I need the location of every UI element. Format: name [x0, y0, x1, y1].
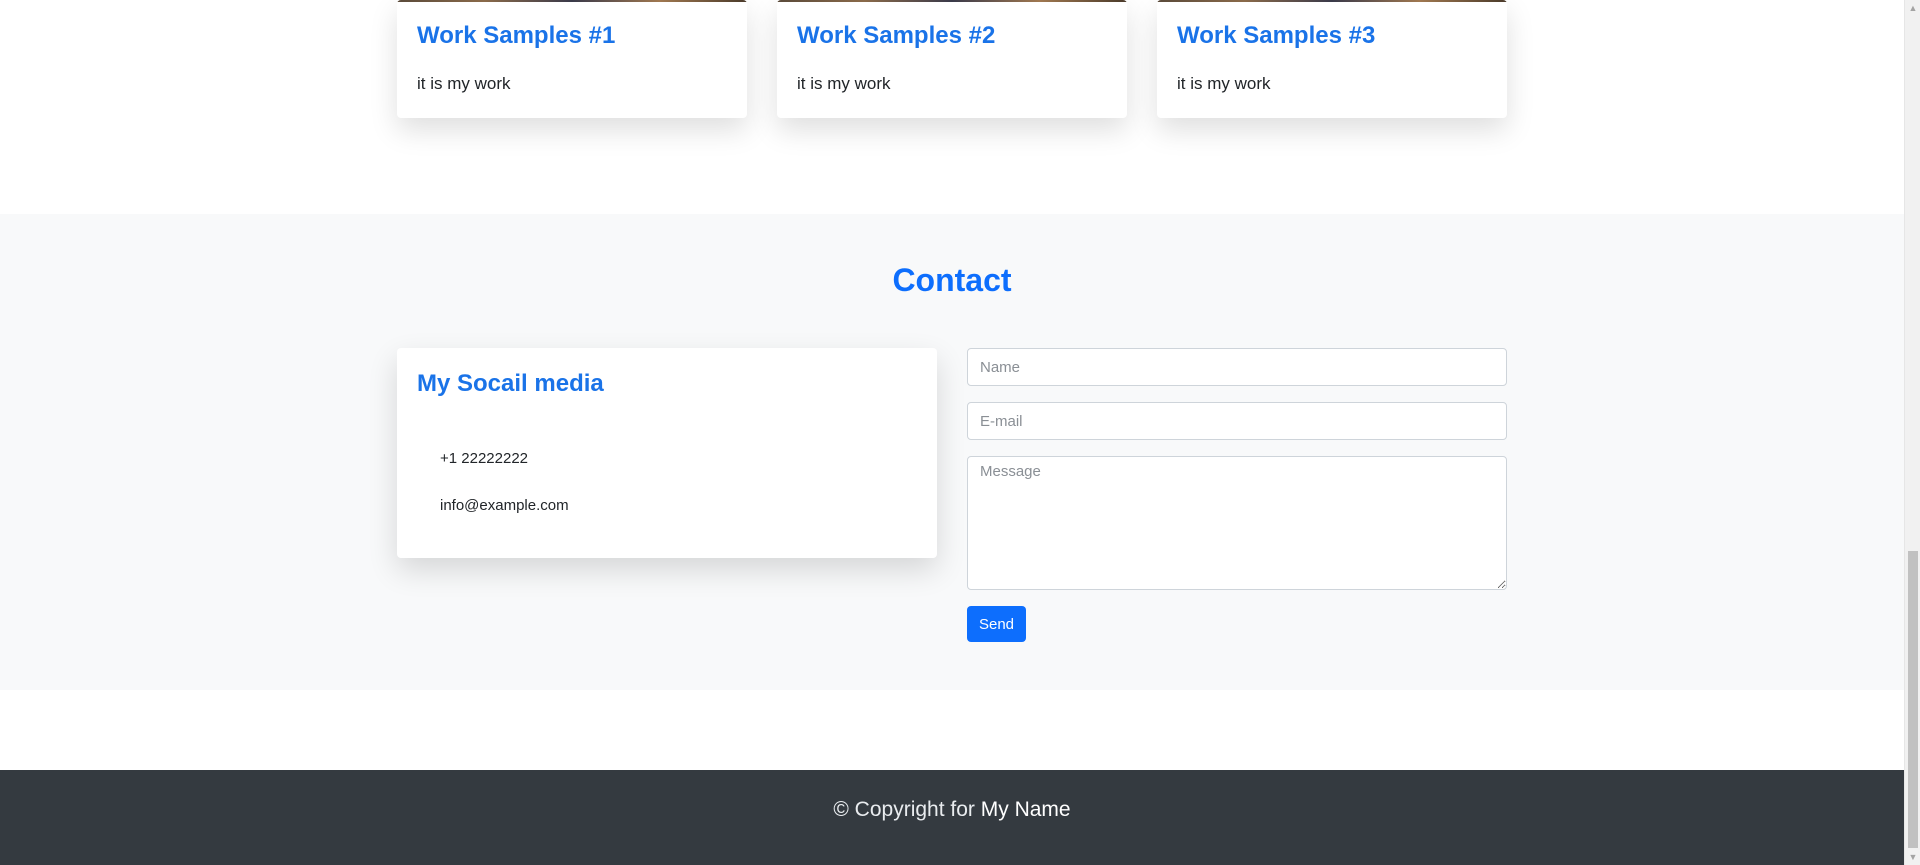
- work-card-image: [1157, 0, 1507, 2]
- arrow-up-icon[interactable]: ▲: [1905, 0, 1920, 16]
- work-card-3[interactable]: Work Samples #3 it is my work: [1157, 0, 1507, 118]
- page: Work Samples #1 it is my work Work Sampl…: [0, 0, 1904, 865]
- scrollbar-thumb[interactable]: [1908, 551, 1918, 848]
- work-card-2[interactable]: Work Samples #2 it is my work: [777, 0, 1127, 118]
- work-card-text: it is my work: [1177, 74, 1271, 93]
- social-media-title: My Socail media: [417, 370, 604, 397]
- vertical-scrollbar[interactable]: ▲ ▼: [1904, 0, 1920, 865]
- work-card-text: it is my work: [797, 74, 891, 93]
- copyright-name: My Name: [980, 798, 1071, 821]
- name-input[interactable]: [967, 348, 1507, 386]
- contact-section: Contact My Socail media +1 22222222 info…: [0, 214, 1904, 690]
- arrow-down-icon[interactable]: ▼: [1905, 849, 1920, 865]
- send-button[interactable]: Send: [967, 606, 1026, 642]
- phone-number: +1 22222222: [440, 450, 529, 467]
- work-card-title: Work Samples #3: [1177, 22, 1376, 49]
- work-card-title: Work Samples #2: [797, 22, 996, 49]
- work-card-text: it is my work: [417, 74, 511, 93]
- email-input[interactable]: [967, 402, 1507, 440]
- work-card-1[interactable]: Work Samples #1 it is my work: [397, 0, 747, 118]
- work-card-image: [777, 0, 1127, 2]
- email-address[interactable]: info@example.com: [440, 497, 569, 514]
- contact-heading: Contact: [892, 262, 1012, 298]
- social-media-card: My Socail media +1 22222222 info@example…: [397, 348, 937, 558]
- copyright-text: © Copyright for My Name: [0, 798, 1904, 822]
- work-samples-section: Work Samples #1 it is my work Work Sampl…: [0, 0, 1904, 214]
- copyright-prefix: © Copyright for: [833, 798, 975, 821]
- footer: © Copyright for My Name: [0, 770, 1904, 865]
- work-card-image: [397, 0, 747, 2]
- message-input[interactable]: [967, 456, 1507, 590]
- work-card-title: Work Samples #1: [417, 22, 616, 49]
